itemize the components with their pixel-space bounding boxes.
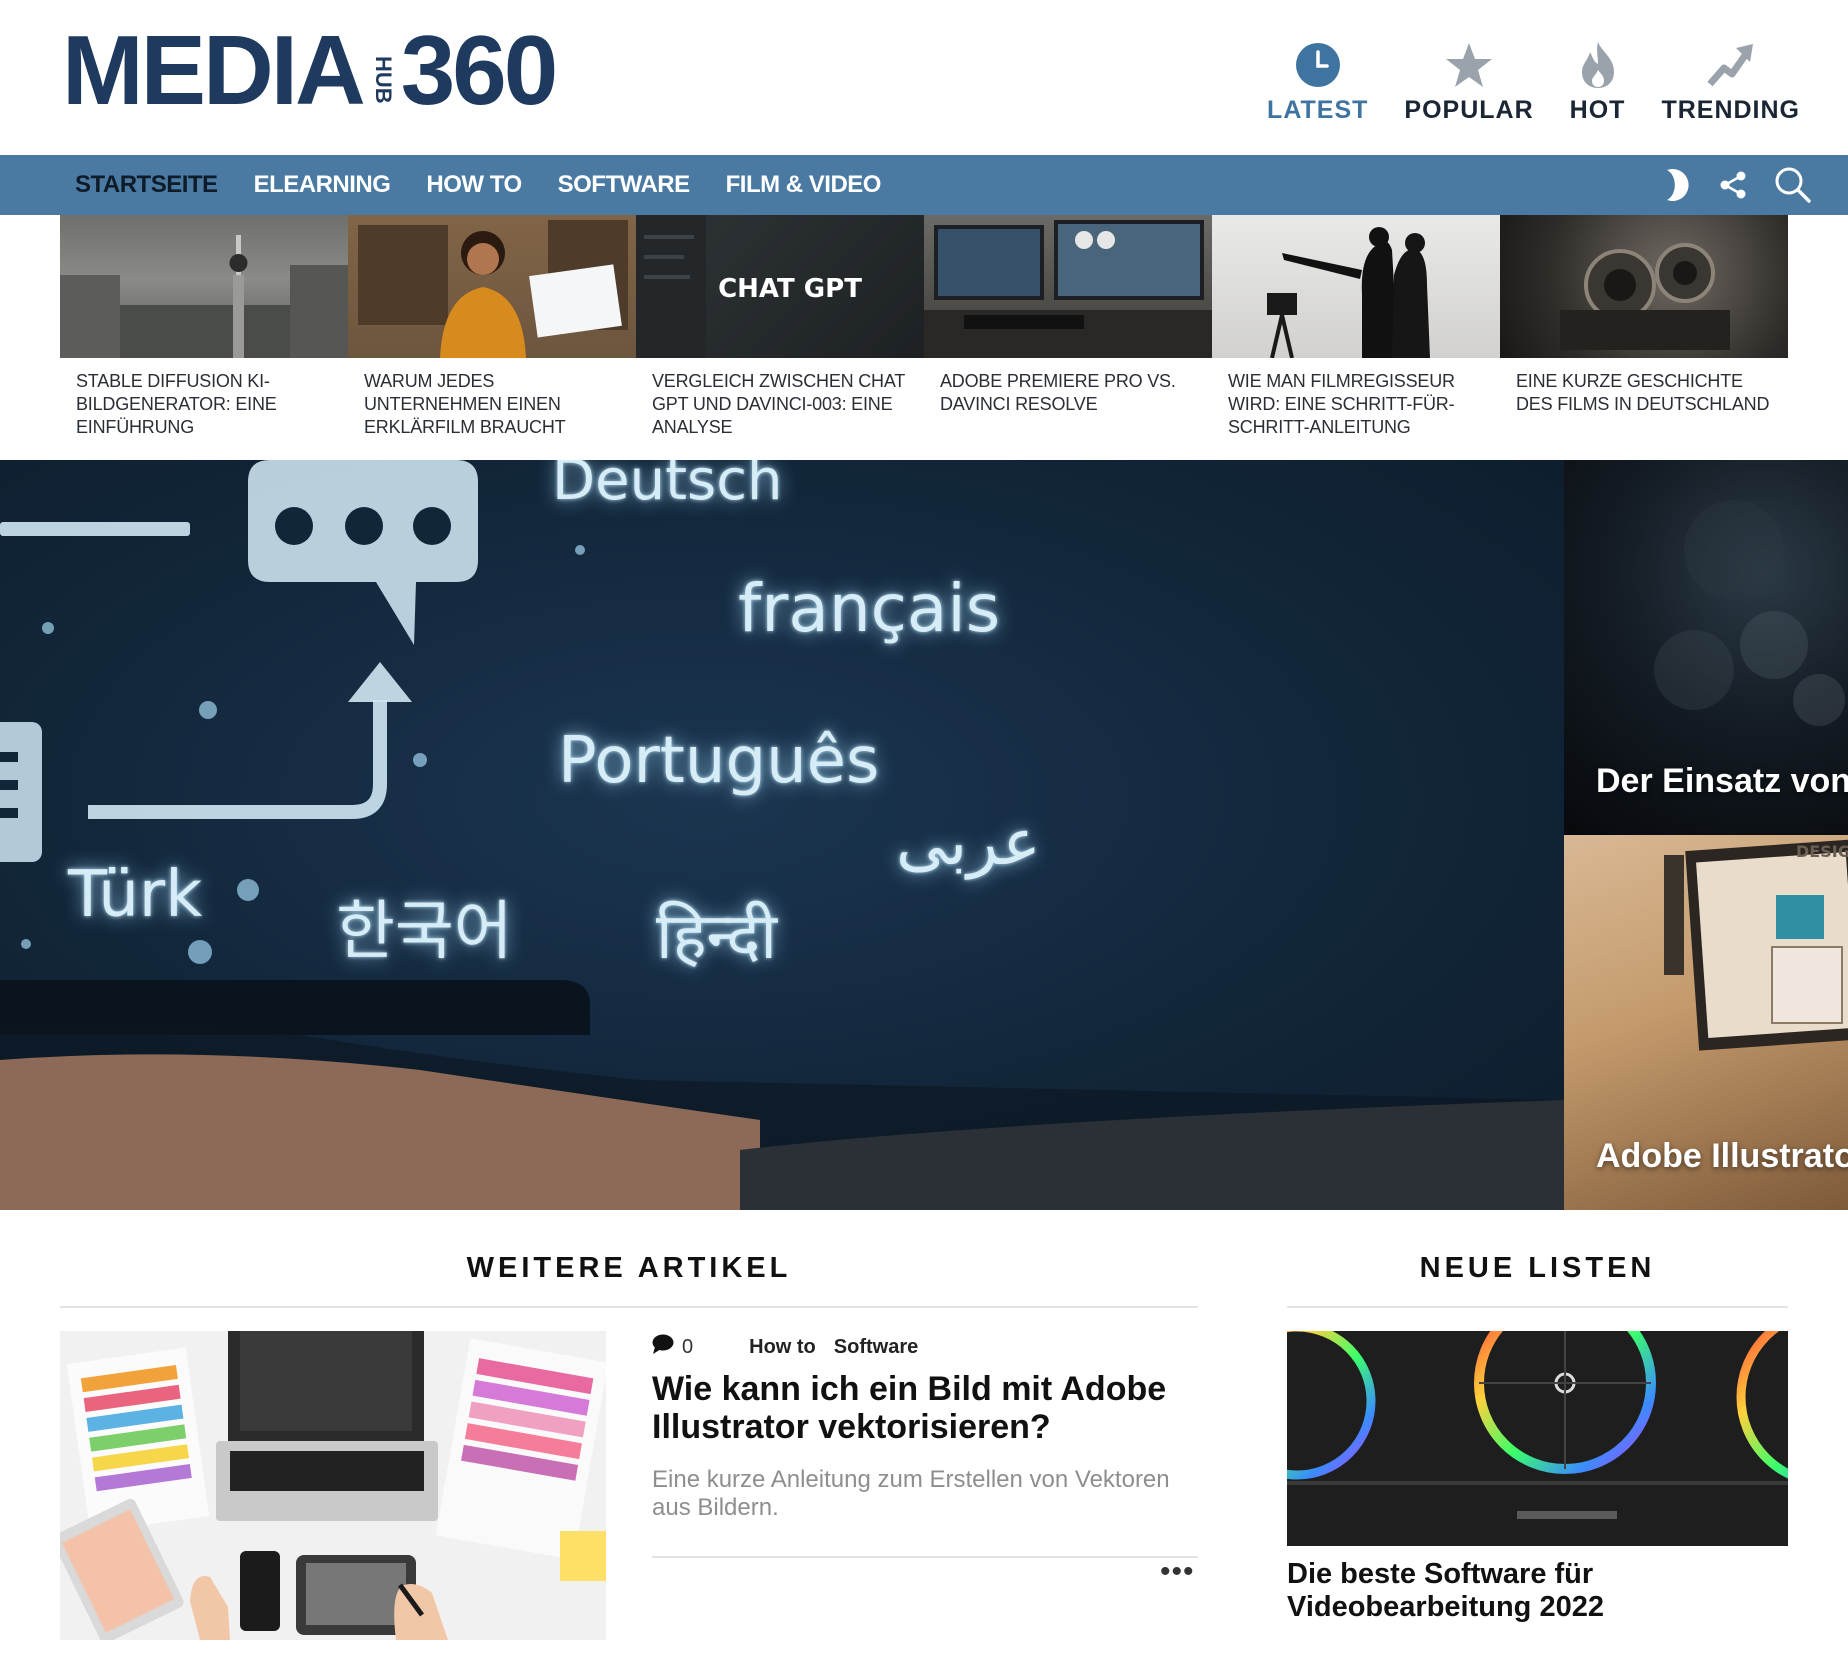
featured-carousel: STABLE DIFFUSION KI-BILDGENERATOR: EINE … [60, 215, 1788, 460]
hero-lang-francais: français [738, 570, 1001, 647]
carousel-title: WARUM JEDES UNTERNEHMEN EINEN ERKLÄRFILM… [364, 371, 566, 437]
nav-item-startseite[interactable]: STARTSEITE [75, 171, 218, 199]
tab-popular-label: POPULAR [1404, 96, 1534, 124]
logo-360-text: 360 [400, 15, 559, 125]
hero-lang-turk: Türk [68, 858, 203, 932]
share-icon[interactable] [1714, 166, 1752, 204]
carousel-thumb: CHAT GPT [636, 215, 924, 358]
carousel-thumb [348, 215, 636, 358]
category-software[interactable]: Software [834, 1336, 918, 1359]
trending-arrow-icon [1706, 40, 1756, 90]
tab-latest[interactable]: LATEST [1267, 40, 1368, 125]
carousel-thumb [60, 215, 348, 358]
clock-icon [1293, 40, 1343, 90]
carousel-title: ADOBE PREMIERE PRO VS. DAVINCI RESOLVE [940, 371, 1176, 414]
carousel-title: STABLE DIFFUSION KI-BILDGENERATOR: EINE … [76, 371, 277, 437]
comment-count[interactable]: 0 [652, 1334, 693, 1360]
site-logo[interactable]: MEDIA HUB 360 [62, 15, 559, 125]
tab-hot[interactable]: HOT [1570, 40, 1626, 125]
carousel-card-filmregisseur[interactable]: WIE MAN FILMREGISSEUR WIRD: EINE SCHRITT… [1212, 215, 1500, 460]
section-divider [1287, 1306, 1788, 1308]
chat-gpt-image-text: CHAT GPT [718, 274, 862, 304]
carousel-thumb [1212, 215, 1500, 358]
carousel-thumb [924, 215, 1212, 358]
hero-lang-korean: 한국어 [336, 895, 513, 969]
tab-trending[interactable]: TRENDING [1661, 40, 1800, 125]
logo-media-text: MEDIA [62, 15, 366, 125]
article-excerpt: Eine kurze Anleitung zum Erstellen von V… [652, 1466, 1170, 1521]
article-meta: 0 How to Software [652, 1334, 918, 1360]
section-heading-neue-listen: NEUE LISTEN [1419, 1252, 1656, 1284]
list-item-title[interactable]: Die beste Software für Videobearbeitung … [1287, 1558, 1788, 1624]
carousel-card-erklaerfilm[interactable]: WARUM JEDES UNTERNEHMEN EINEN ERKLÄRFILM… [348, 215, 636, 460]
design-image-text: DESIGN [1796, 842, 1848, 861]
carousel-card-premiere-vs-davinci[interactable]: ADOBE PREMIERE PRO VS. DAVINCI RESOLVE [924, 215, 1212, 460]
main-navigation: STARTSEITE ELEARNING HOW TO SOFTWARE FIL… [0, 155, 1848, 215]
search-icon[interactable] [1774, 166, 1812, 204]
list-thumbnail-color-wheels [1287, 1331, 1788, 1546]
category-how-to[interactable]: How to [749, 1336, 816, 1359]
star-icon [1444, 40, 1494, 90]
nav-item-film-video[interactable]: FILM & VIDEO [726, 171, 882, 199]
hero-lang-deutsch: Deutsch [552, 460, 783, 513]
section-heading-weitere-artikel: WEITERE ARTIKEL [466, 1252, 792, 1284]
top-tabs: LATEST POPULAR HOT TRENDING [1267, 40, 1800, 125]
hero-feature[interactable]: Deutsch français Português عربى Türk 한국어… [0, 460, 1564, 1210]
carousel-thumb [1500, 215, 1788, 358]
list-thumbnail[interactable] [1287, 1331, 1788, 1546]
side-feature-title: Der Einsatz von I [1596, 762, 1848, 800]
more-options-button[interactable]: ••• [1160, 1557, 1195, 1587]
comment-count-value: 0 [682, 1335, 694, 1358]
article-divider [652, 1556, 1198, 1558]
site-header: MEDIA HUB 360 LATEST POPULAR HOT TRENDIN… [0, 0, 1848, 155]
side-feature-einsatz[interactable]: Der Einsatz von I [1564, 460, 1848, 835]
comment-bubble-icon [652, 1334, 674, 1360]
logo-hub-text: HUB [370, 56, 396, 104]
nav-item-software[interactable]: SOFTWARE [558, 171, 691, 199]
side-feature-illustrator[interactable]: DESIGN Adobe Illustrato [1564, 835, 1848, 1210]
tab-latest-label: LATEST [1267, 96, 1369, 124]
carousel-card-film-deutschland[interactable]: EINE KURZE GESCHICHTE DES FILMS IN DEUTS… [1500, 215, 1788, 460]
article-thumbnail[interactable] [60, 1331, 606, 1640]
article-title[interactable]: Wie kann ich ein Bild mit Adobe Illustra… [652, 1370, 1212, 1446]
nav-menu: STARTSEITE ELEARNING HOW TO SOFTWARE FIL… [75, 155, 881, 215]
nav-item-how-to[interactable]: HOW TO [426, 171, 522, 199]
carousel-card-chat-gpt[interactable]: CHAT GPT VERGLEICH ZWISCHEN CHAT GPT UND… [636, 215, 924, 460]
tab-hot-label: HOT [1569, 96, 1626, 124]
flame-icon [1573, 40, 1623, 90]
side-feature-title: Adobe Illustrato [1596, 1137, 1848, 1175]
carousel-title: EINE KURZE GESCHICHTE DES FILMS IN DEUTS… [1516, 371, 1770, 414]
hero-lang-portugues: Português [558, 724, 880, 798]
carousel-title: WIE MAN FILMREGISSEUR WIRD: EINE SCHRITT… [1228, 371, 1455, 437]
section-divider [60, 1306, 1198, 1308]
hero-lang-hindi: हिन्दी [656, 900, 777, 974]
tab-trending-label: TRENDING [1661, 96, 1800, 124]
dark-mode-icon[interactable] [1654, 166, 1692, 204]
nav-tools [1654, 155, 1812, 215]
hero-lang-arabic: عربى [896, 806, 1041, 880]
nav-item-elearning[interactable]: ELEARNING [254, 171, 391, 199]
article-thumbnail-illustration [60, 1331, 606, 1640]
carousel-card-stable-diffusion[interactable]: STABLE DIFFUSION KI-BILDGENERATOR: EINE … [60, 215, 348, 460]
tab-popular[interactable]: POPULAR [1404, 40, 1533, 125]
carousel-title: VERGLEICH ZWISCHEN CHAT GPT UND DAVINCI-… [652, 371, 905, 437]
